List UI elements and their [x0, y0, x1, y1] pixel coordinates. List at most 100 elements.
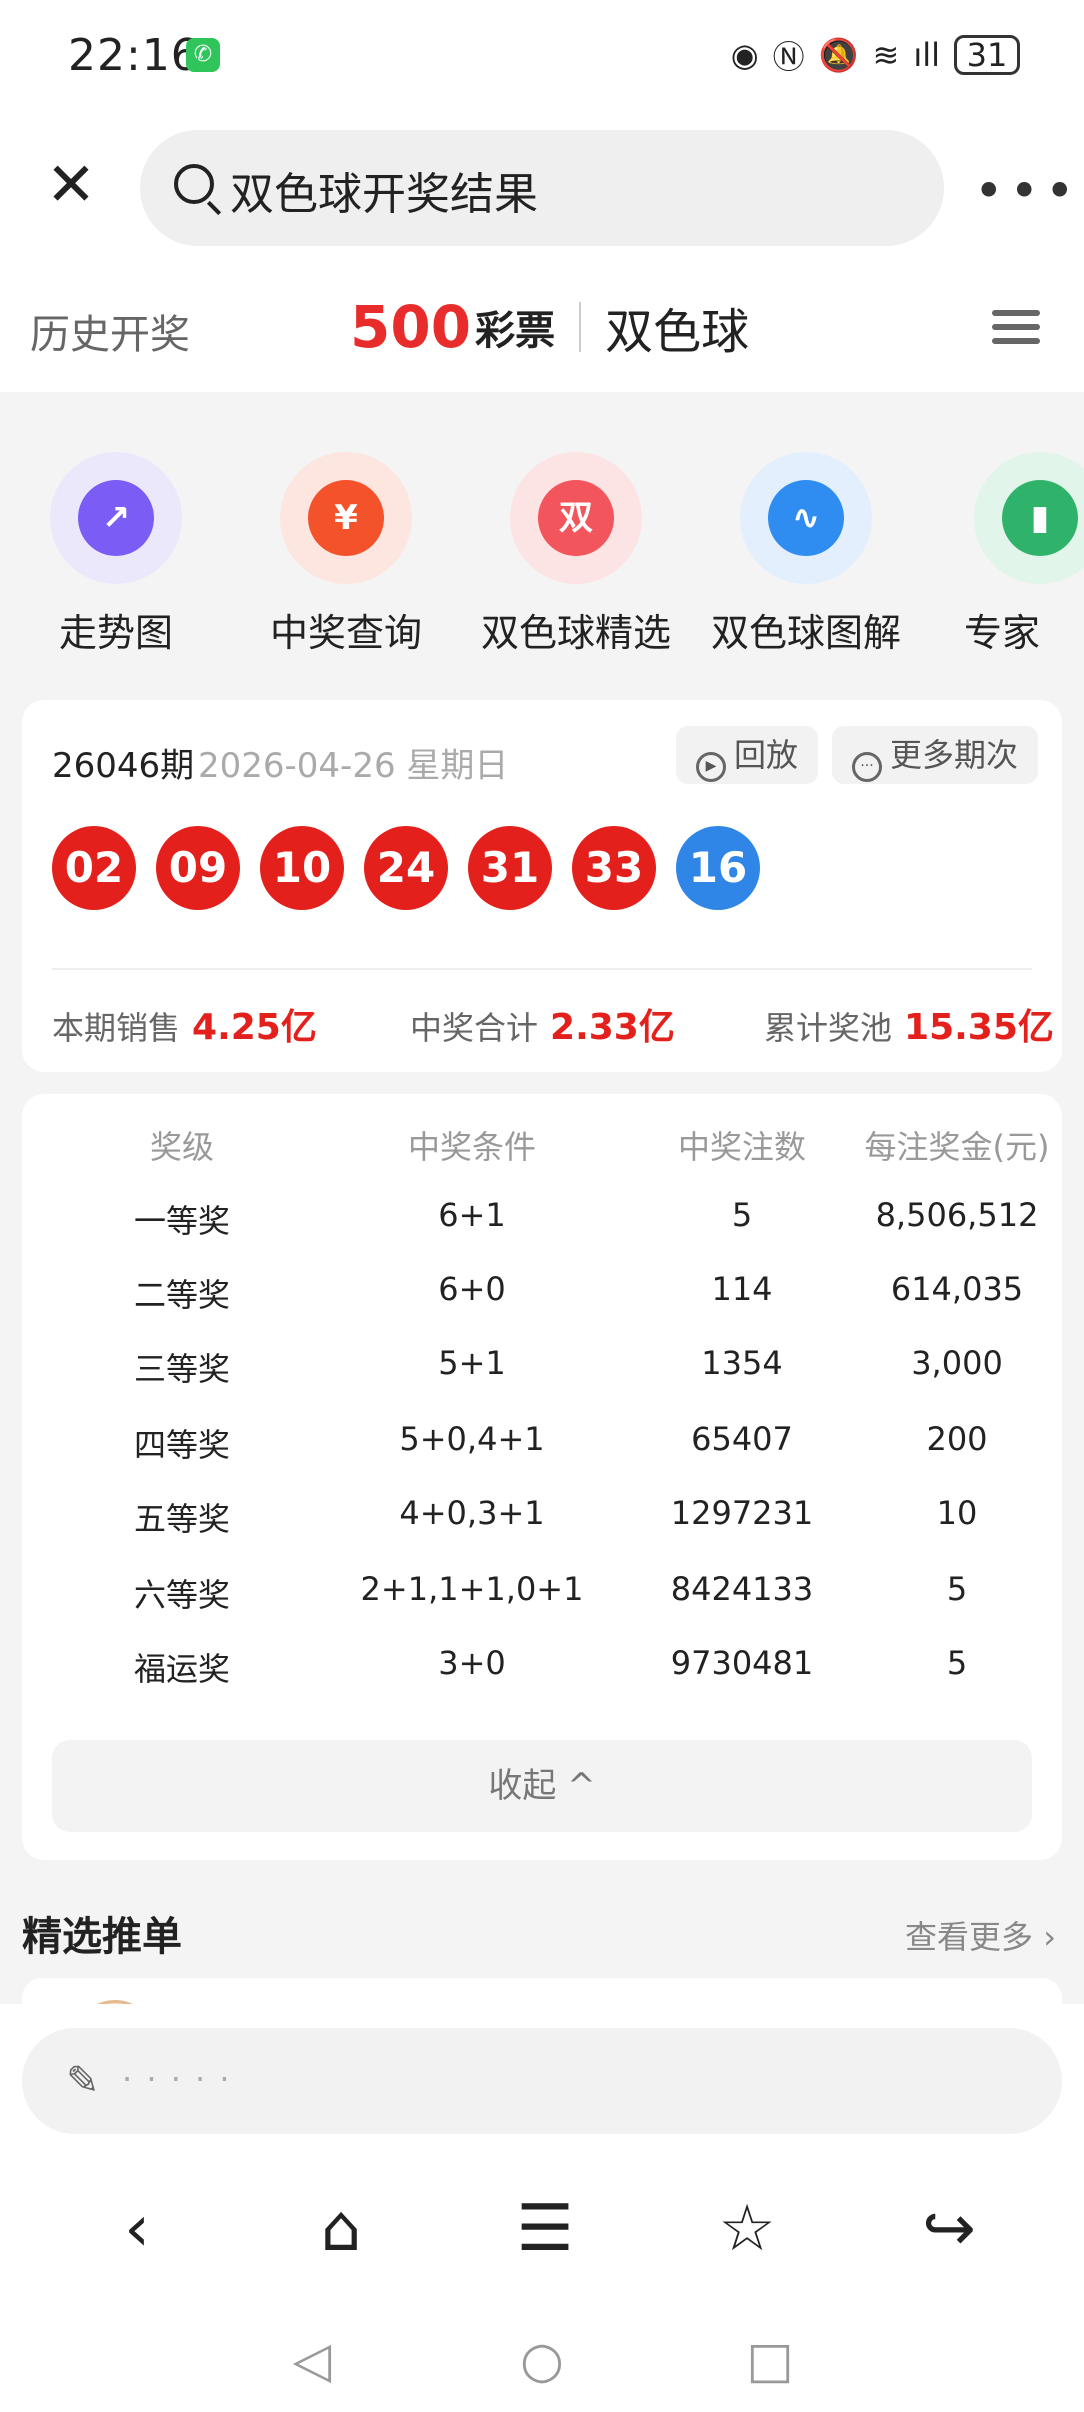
phone-icon: ✆	[186, 38, 220, 72]
search-query: 双色球开奖结果	[230, 169, 538, 220]
blue-ball: 16	[676, 826, 760, 910]
red-ball: 02	[52, 826, 136, 910]
sales-value: 4.25亿	[192, 1007, 317, 1048]
cell-level: 福运奖	[133, 1650, 230, 1688]
nfc-icon: Ⓝ	[772, 38, 805, 76]
eye-icon: ◉	[730, 36, 759, 74]
status-icons: ◉ Ⓝ 🔕 ≋ ıll 31	[731, 32, 1020, 78]
edit-icon: ✎	[66, 2058, 100, 2104]
red-ball: 33	[572, 826, 656, 910]
status-time: 22:16	[68, 30, 200, 81]
red-ball: 24	[364, 826, 448, 910]
diagram-icon: ∿	[768, 480, 844, 556]
cell-condition: 4+0,3+1	[399, 1494, 545, 1532]
red-ball: 10	[260, 826, 344, 910]
more-issues-label: 更多期次	[890, 736, 1019, 774]
quick-links: ↗ 走势图 ¥ 中奖查询 双 双色球精选 ∿ 双色球图解 ▮ 专家	[0, 392, 1084, 672]
brand-name: 彩票	[475, 308, 556, 354]
menu-icon[interactable]	[992, 310, 1040, 348]
site-header: 历史开奖 500 彩票 双色球	[0, 262, 1084, 392]
pool-label: 累计奖池	[764, 1009, 893, 1047]
header-amount: 每注奖金(元)	[864, 1128, 1050, 1166]
more-icon[interactable]: •••	[974, 162, 1080, 220]
quick-link-trend[interactable]: ↗ 走势图	[6, 452, 226, 657]
page-title: 双色球	[605, 304, 750, 360]
issue-number: 26046期	[52, 746, 195, 786]
cell-level: 三等奖	[133, 1350, 230, 1388]
search-icon	[174, 164, 214, 204]
share-icon[interactable]: ↪	[904, 2184, 994, 2274]
cell-level: 五等奖	[133, 1500, 230, 1538]
nav-recents-icon[interactable]: □	[740, 2330, 800, 2390]
system-nav: ◁ ○ □	[0, 2308, 1084, 2412]
sales-label: 本期销售	[52, 1009, 181, 1047]
comment-bar: ✎ · · · · ·	[0, 2004, 1084, 2144]
quick-link-prize-query[interactable]: ¥ 中奖查询	[236, 452, 456, 657]
search-input[interactable]: 双色球开奖结果	[140, 130, 944, 246]
double-select-icon: 双	[538, 480, 614, 556]
back-icon[interactable]: ‹	[92, 2184, 182, 2274]
prize-table: 奖级 中奖条件 中奖注数 每注奖金(元) 一等奖 6+1 5 8,506,512…	[22, 1094, 1062, 1860]
menu-lines-icon[interactable]: ☰	[500, 2184, 590, 2274]
cell-level: 一等奖	[133, 1202, 230, 1240]
header-divider	[579, 302, 582, 352]
card-divider	[52, 968, 1032, 970]
history-link[interactable]: 历史开奖	[30, 302, 190, 360]
draw-date: 2026-04-26 星期日	[198, 746, 509, 786]
cell-condition: 6+0	[438, 1270, 506, 1308]
home-icon[interactable]: ⌂	[296, 2184, 386, 2274]
nav-home-icon[interactable]: ○	[512, 2330, 572, 2390]
header-level: 奖级	[149, 1128, 214, 1166]
status-bar: 22:16 ✆ ◉ Ⓝ 🔕 ≋ ıll 31	[0, 0, 1084, 112]
cell-condition: 2+1,1+1,0+1	[360, 1570, 584, 1608]
quick-link-label: 双色球图解	[710, 611, 901, 655]
red-ball: 31	[468, 826, 552, 910]
sales-stat: 本期销售 4.25亿	[52, 998, 317, 1050]
quick-link-expert[interactable]: ▮ 专家	[926, 452, 1084, 657]
cell-amount: 614,035	[890, 1270, 1024, 1308]
cell-condition: 5+1	[438, 1344, 506, 1382]
cell-amount: 8,506,512	[875, 1196, 1039, 1234]
cell-level: 六等奖	[133, 1576, 230, 1614]
pool-stat: 累计奖池 15.35亿	[764, 998, 1054, 1050]
expert-icon: ▮	[1002, 480, 1078, 556]
star-icon[interactable]: ☆	[702, 2184, 792, 2274]
cell-condition: 3+0	[438, 1644, 506, 1682]
cell-amount: 10	[936, 1494, 978, 1532]
cell-amount: 3,000	[911, 1344, 1003, 1382]
nav-back-icon[interactable]: ◁	[282, 2330, 342, 2390]
winning-numbers: 02 09 10 24 31 33 16	[52, 826, 760, 910]
wifi-icon: ≋	[872, 36, 900, 74]
collapse-button[interactable]: 收起 ^	[52, 1740, 1032, 1832]
signal-icon: ıll	[913, 36, 940, 74]
red-ball: 09	[156, 826, 240, 910]
quick-link-diagram[interactable]: ∿ 双色球图解	[696, 452, 916, 657]
quick-link-label: 双色球精选	[480, 611, 671, 655]
cell-amount: 200	[926, 1420, 988, 1458]
draw-result-card: 26046期 2026-04-26 星期日 ▶ 回放 ··· 更多期次 02 09 …	[22, 700, 1062, 1072]
cell-level: 四等奖	[133, 1426, 230, 1464]
featured-title: 精选推单	[22, 1914, 182, 1960]
cell-amount: 5	[946, 1570, 968, 1608]
quick-link-label: 专家	[964, 611, 1041, 655]
win-label: 中奖合计	[410, 1009, 539, 1047]
browser-toolbar: ‹ ⌂ ☰ ☆ ↪	[0, 2144, 1084, 2308]
quick-link-label: 走势图	[58, 611, 173, 655]
header-condition: 中奖条件	[407, 1128, 536, 1166]
view-more-link[interactable]: 查看更多 ›	[905, 1912, 1056, 1958]
more-issues-button[interactable]: ··· 更多期次	[832, 726, 1039, 784]
replay-label: 回放	[734, 736, 799, 774]
comment-placeholder: · · · · ·	[122, 2060, 232, 2098]
pool-value: 15.35亿	[904, 1007, 1054, 1048]
quick-link-label: 中奖查询	[269, 611, 422, 655]
mute-icon: 🔕	[818, 36, 859, 74]
quick-link-select[interactable]: 双 双色球精选	[466, 452, 686, 657]
comment-input[interactable]: ✎ · · · · ·	[22, 2028, 1062, 2134]
win-value: 2.33亿	[550, 1007, 675, 1048]
battery-icon: 31	[954, 35, 1020, 75]
replay-button[interactable]: ▶ 回放	[676, 726, 819, 784]
brand-logo[interactable]: 500 彩票 双色球	[350, 292, 749, 362]
close-icon[interactable]: ✕	[40, 154, 102, 216]
brand-number: 500	[350, 293, 472, 361]
cell-amount: 5	[946, 1644, 968, 1682]
